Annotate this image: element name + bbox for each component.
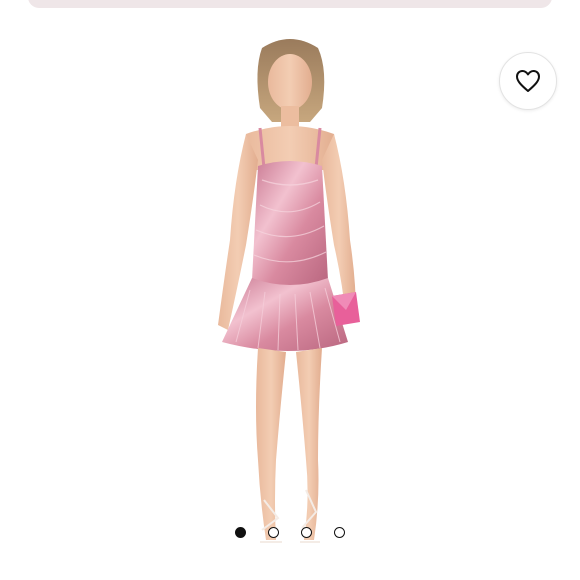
- carousel-dot-3[interactable]: [301, 527, 312, 538]
- carousel-dot-2[interactable]: [268, 527, 279, 538]
- favorite-button[interactable]: [499, 52, 557, 110]
- model-right-leg: [296, 348, 322, 540]
- product-photo[interactable]: [150, 30, 430, 580]
- carousel-indicator: [235, 527, 345, 538]
- model-left-leg: [256, 348, 286, 540]
- model-face: [268, 54, 312, 110]
- model-neck: [281, 106, 299, 128]
- carousel-dot-1[interactable]: [235, 527, 246, 538]
- product-listing-page: [0, 0, 580, 580]
- search-bar[interactable]: [28, 0, 552, 8]
- dress-bodice: [252, 161, 328, 286]
- heart-outline-icon: [516, 70, 540, 92]
- carousel-dot-4[interactable]: [334, 527, 345, 538]
- dress-skirt: [222, 278, 348, 351]
